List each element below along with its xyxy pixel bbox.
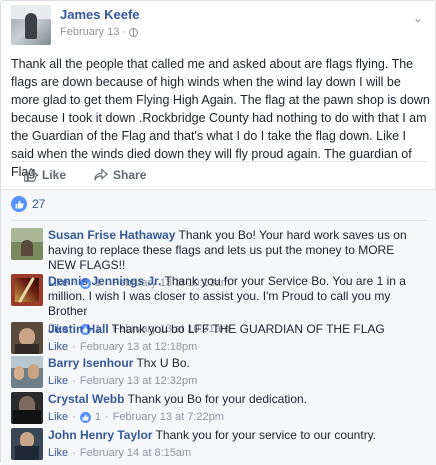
reaction-count: 27: [32, 197, 46, 211]
post-actions: Like Share: [11, 161, 427, 187]
reactions-summary[interactable]: 27: [11, 196, 45, 212]
like-reaction-icon: [11, 196, 27, 212]
like-button[interactable]: Like: [23, 168, 66, 182]
commenter-name[interactable]: Susan Frise Hathaway: [48, 228, 175, 242]
commenter-avatar[interactable]: [11, 322, 43, 354]
author-block: James Keefe February 13 ·: [60, 7, 140, 38]
comment-date[interactable]: February 13 at 7:22pm: [113, 410, 224, 425]
comment-date[interactable]: February 13 at 12:32pm: [80, 374, 197, 389]
comment-like-count[interactable]: 1: [95, 410, 101, 425]
commenter-name[interactable]: Crystal Webb: [48, 392, 124, 406]
comment-like-button[interactable]: Like: [48, 340, 68, 355]
comment-meta: Like · February 14 at 8:15am: [48, 446, 192, 461]
post-header: James Keefe February 13 ·: [11, 5, 140, 45]
comment-meta: Like · February 13 at 12:18pm: [48, 340, 198, 355]
comment-meta: Like · February 13 at 12:32pm: [48, 374, 198, 389]
commenter-name[interactable]: Dennis Jennings Jr.: [48, 274, 161, 288]
share-arrow-icon: [94, 168, 109, 180]
comment-item: Barry Isenhour Thx U Bo. Like · February…: [11, 356, 427, 389]
like-reaction-icon: [79, 412, 91, 423]
comment-meta: Like · 1 · February 13 at 7:22pm: [48, 410, 224, 425]
comment-like-button[interactable]: Like: [48, 446, 68, 461]
comment-date[interactable]: February 13 at 12:18pm: [80, 340, 197, 355]
comment-item: Crystal Webb Thank you Bo for your dedic…: [11, 392, 427, 425]
comment-text: Thx U Bo.: [133, 356, 190, 370]
comment-item: John Henry Taylor Thank you for your ser…: [11, 428, 427, 461]
commenter-avatar[interactable]: [11, 428, 43, 460]
commenter-name[interactable]: Barry Isenhour: [48, 356, 133, 370]
thumbs-up-icon: [24, 167, 37, 182]
author-name[interactable]: James Keefe: [60, 7, 140, 22]
comment-item: Justin Hall Thank you bo LFF THE GUARDIA…: [11, 322, 427, 355]
comment-text: Thank you for your service to our countr…: [152, 428, 377, 442]
comment-text: Thank you bo LFF THE GUARDIAN OF THE FLA…: [108, 322, 385, 336]
globe-icon: [128, 27, 138, 37]
commenter-avatar[interactable]: [11, 274, 43, 306]
comments-section: 27 Susan Frise Hathaway Thank you Bo! Yo…: [1, 189, 436, 465]
share-button[interactable]: Share: [94, 168, 146, 182]
like-label: Like: [42, 167, 67, 182]
post-card: James Keefe February 13 · ⌄ Thank all th…: [0, 0, 436, 465]
commenter-name[interactable]: Justin Hall: [48, 322, 109, 336]
post-meta: February 13 ·: [60, 26, 140, 38]
comment-like-button[interactable]: Like: [48, 410, 68, 425]
chevron-down-icon[interactable]: ⌄: [413, 11, 423, 25]
share-label: Share: [113, 167, 147, 182]
author-avatar[interactable]: [11, 5, 51, 45]
comment-date[interactable]: February 14 at 8:15am: [80, 446, 191, 461]
commenter-avatar[interactable]: [11, 356, 43, 388]
post-date[interactable]: February 13: [60, 26, 119, 38]
divider: [11, 220, 427, 221]
comment-text: Thank you Bo for your dedication.: [124, 392, 308, 406]
commenter-avatar[interactable]: [11, 228, 43, 260]
commenter-avatar[interactable]: [11, 392, 43, 424]
comment-like-button[interactable]: Like: [48, 374, 68, 389]
commenter-name[interactable]: John Henry Taylor: [48, 428, 152, 442]
